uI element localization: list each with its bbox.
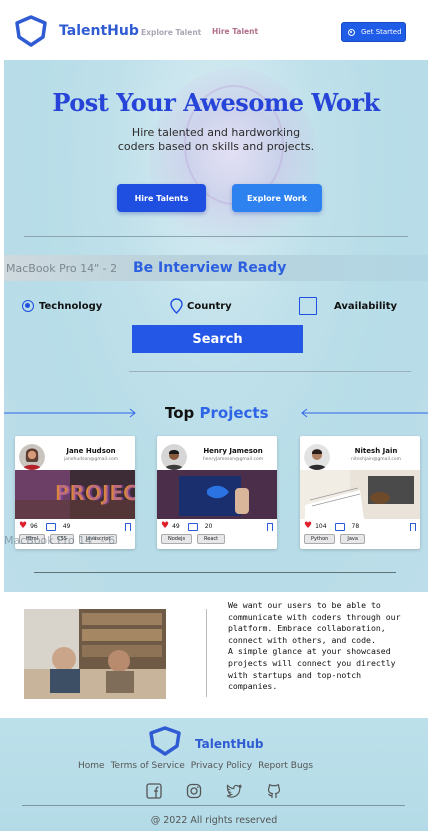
- heart-icon[interactable]: ♥: [161, 522, 169, 531]
- nav-hire-talent[interactable]: Hire Talent: [212, 27, 258, 36]
- bookmark-icon[interactable]: [267, 523, 273, 531]
- github-icon[interactable]: [265, 782, 283, 800]
- avatar: [161, 444, 187, 470]
- twitter-icon[interactable]: [225, 782, 243, 800]
- brand-name[interactable]: TalentHub: [59, 23, 139, 39]
- project-image: [157, 470, 277, 519]
- top-projects-title-1: Top: [165, 404, 195, 422]
- facebook-icon[interactable]: [145, 782, 163, 800]
- about-image: [24, 609, 166, 699]
- footer-link-terms[interactable]: Terms of Service: [111, 761, 185, 771]
- divider: [129, 371, 411, 372]
- comment-icon[interactable]: [334, 522, 345, 531]
- search-button[interactable]: Search: [132, 325, 303, 353]
- hero-subtitle: Hire talented and hardworking coders bas…: [117, 126, 315, 153]
- logo-shield-icon[interactable]: [14, 15, 48, 47]
- filter-technology-label: Technology: [39, 300, 103, 312]
- header: TalentHub Explore Talent Hire Talent Get…: [0, 0, 428, 60]
- main-section: Post Your Awesome Work Hire talented and…: [4, 60, 428, 592]
- filter-availability-label: Availability: [334, 300, 397, 312]
- project-card[interactable]: Nitesh Jain niteshjain@gmail.com ♥ 104 7…: [300, 436, 420, 549]
- card-author-email: janehudson@gmail.com: [63, 457, 119, 462]
- card-author-name: Jane Hudson: [66, 447, 116, 455]
- radio-selected-icon[interactable]: [22, 300, 34, 312]
- banner-overlay-text: MacBook Pro 14" - 2: [6, 262, 118, 275]
- footer-brand[interactable]: TalentHub: [195, 737, 263, 751]
- card-author-name: Henry Jameson: [203, 447, 263, 455]
- get-started-label: Get Started: [361, 28, 402, 36]
- footer-link-report-bugs[interactable]: Report Bugs: [258, 761, 313, 771]
- card-author-name: Nitesh Jain: [354, 447, 398, 455]
- about-section: We want our users to be able to communic…: [0, 592, 428, 718]
- divider: [34, 572, 396, 573]
- social-icons: [145, 782, 283, 800]
- comment-icon[interactable]: [45, 522, 56, 531]
- banner-ghost-text: MacBook Pro 14" - 6: [4, 534, 116, 547]
- likes-count: 104: [315, 523, 327, 530]
- filter-technology[interactable]: Technology: [22, 298, 102, 314]
- divider: [22, 805, 405, 806]
- top-projects-title-2: Projects: [199, 404, 269, 422]
- top-projects-heading: Top Projects: [165, 404, 269, 422]
- likes-count: 49: [172, 523, 180, 530]
- bookmark-icon[interactable]: [125, 523, 131, 531]
- about-text: We want our users to be able to communic…: [228, 600, 401, 692]
- filter-country[interactable]: Country: [170, 298, 232, 314]
- arrow-right-icon[interactable]: [4, 408, 137, 418]
- svg-text:PROJECTS: PROJECTS: [57, 481, 135, 505]
- tag[interactable]: Nodejs: [161, 534, 193, 544]
- comments-count: 78: [351, 523, 360, 530]
- filter-country-label: Country: [187, 300, 232, 312]
- footer-link-privacy[interactable]: Privacy Policy: [191, 761, 252, 771]
- bookmark-icon[interactable]: [410, 523, 416, 531]
- hero-title: Post Your Awesome Work: [52, 88, 380, 117]
- project-image: [300, 470, 420, 519]
- card-stats: ♥ 96 49: [19, 522, 70, 531]
- target-icon: [348, 28, 355, 36]
- logo-shield-icon[interactable]: [148, 726, 182, 756]
- copyright-text: @ 2022 All rights reserved: [150, 815, 278, 826]
- tag[interactable]: Java: [340, 534, 365, 544]
- get-started-button[interactable]: Get Started: [341, 22, 406, 42]
- comments-count: 49: [62, 523, 71, 530]
- card-stats: ♥ 104 78: [304, 522, 359, 531]
- arrow-left-icon[interactable]: [300, 408, 428, 418]
- project-card[interactable]: Jane Hudson janehudson@gmail.com PROJECT…: [15, 436, 135, 549]
- divider: [206, 609, 207, 697]
- instagram-icon[interactable]: [185, 782, 203, 800]
- card-stats: ♥ 49 20: [161, 522, 212, 531]
- hire-talents-button[interactable]: Hire Talents: [117, 184, 206, 212]
- tag[interactable]: Python: [304, 534, 336, 544]
- heart-icon[interactable]: ♥: [304, 522, 312, 531]
- footer: TalentHub Home Terms of Service Privacy …: [0, 718, 428, 831]
- location-pin-icon[interactable]: [170, 298, 183, 314]
- project-image: PROJECTS PROJECTS: [15, 470, 135, 519]
- nav-explore-talent[interactable]: Explore Talent: [141, 28, 201, 37]
- card-author-email: henryJameson@gmail.com: [202, 457, 264, 462]
- tag[interactable]: React: [197, 534, 226, 544]
- likes-count: 96: [30, 523, 38, 530]
- interview-heading: Be Interview Ready: [133, 260, 287, 276]
- card-tags: Nodejs React: [161, 534, 226, 544]
- card-tags: Python Java: [304, 534, 365, 544]
- explore-work-button[interactable]: Explore Work: [232, 184, 322, 212]
- filter-availability[interactable]: Availability: [299, 297, 397, 315]
- card-author-email: niteshjain@gmail.com: [351, 457, 401, 462]
- footer-links: Home Terms of Service Privacy Policy Rep…: [78, 761, 313, 771]
- comments-count: 20: [204, 523, 213, 530]
- comment-icon[interactable]: [187, 522, 198, 531]
- heart-icon[interactable]: ♥: [19, 522, 27, 531]
- project-card[interactable]: Henry Jameson henryJameson@gmail.com ♥ 4…: [157, 436, 277, 549]
- footer-link-home[interactable]: Home: [78, 761, 105, 771]
- divider: [24, 236, 408, 237]
- avatar: [19, 444, 45, 470]
- avatar: [304, 444, 330, 470]
- checkbox-icon[interactable]: [299, 297, 317, 315]
